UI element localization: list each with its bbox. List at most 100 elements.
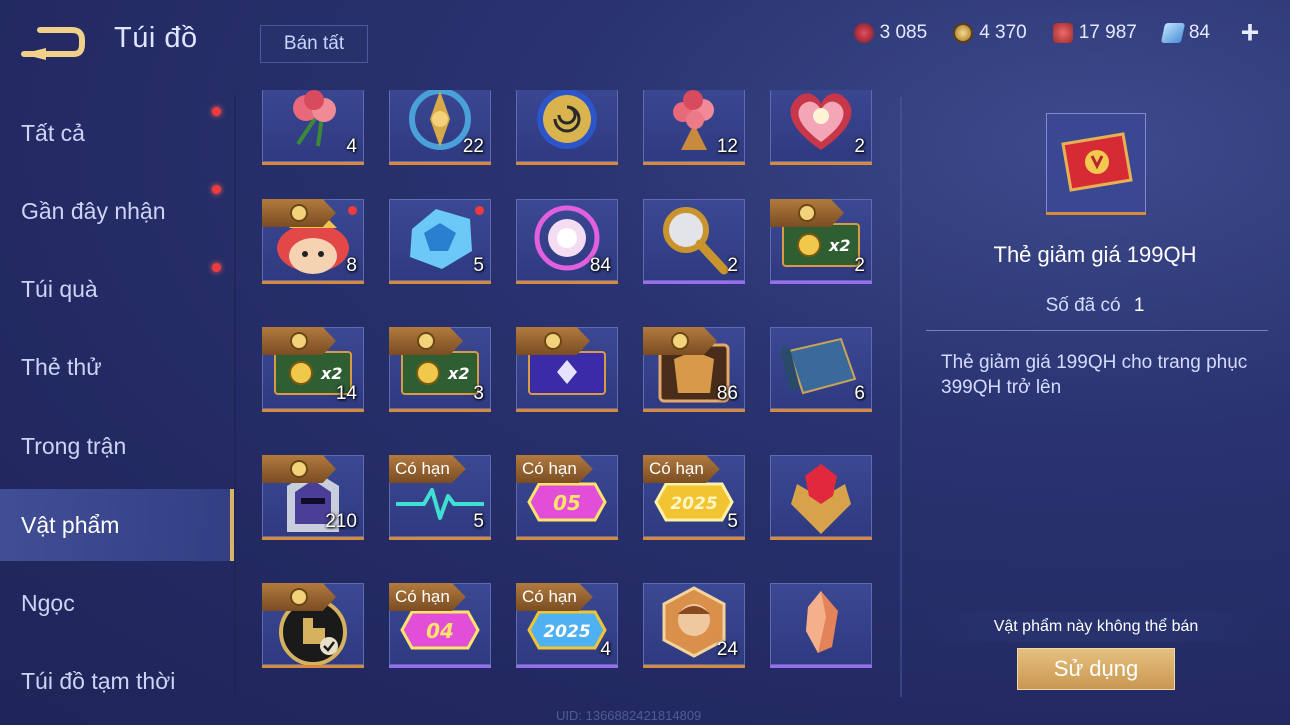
item-slot[interactable]: 6 <box>770 327 872 412</box>
scroll-map-icon <box>781 338 857 395</box>
item-slot[interactable]: 5 <box>389 199 491 284</box>
owned-count: Số đã có 1 <box>910 295 1280 317</box>
ruby-icon <box>853 23 874 43</box>
sidebar-item-temporary-bag[interactable]: Túi đồ tạm thời <box>0 645 234 717</box>
item-quantity: 14 <box>335 383 357 404</box>
currency-ruby[interactable]: 3 085 <box>853 22 927 44</box>
sidebar-item-gems[interactable]: Ngọc <box>0 567 234 639</box>
sidebar-item-label: Ngọc <box>21 589 75 616</box>
item-slot[interactable]: 86 <box>643 327 745 412</box>
limited-tag: Có hạn <box>643 455 720 483</box>
limited-tag: Có hạn <box>389 583 466 611</box>
item-slot[interactable]: 22 <box>389 90 491 165</box>
badge-04-icon: 04 <box>400 610 480 650</box>
sidebar-item-label: Trong trận <box>21 432 127 459</box>
item-quantity: 210 <box>325 511 357 532</box>
item-slot[interactable]: Có hạn 5 <box>389 455 491 540</box>
currency-gold[interactable]: 4 370 <box>953 22 1027 44</box>
item-slot[interactable] <box>262 583 364 668</box>
item-quantity: 12 <box>716 136 738 157</box>
sidebar-item-trial-cards[interactable]: Thẻ thử <box>0 331 234 403</box>
currency-ticket[interactable]: 84 <box>1160 22 1210 44</box>
user-id: UID: 1366882421814809 <box>556 708 702 723</box>
item-slot[interactable]: x2 3 <box>389 327 491 412</box>
sidebar-item-gift-bag[interactable]: Túi quà <box>0 253 234 325</box>
owned-value: 1 <box>1133 295 1145 316</box>
coin-icon <box>290 204 308 222</box>
sidebar-item-items[interactable]: Vật phẩm <box>0 489 234 561</box>
coin-tag <box>389 327 463 355</box>
sidebar-item-recent[interactable]: Gần đây nhận <box>0 175 234 247</box>
coin-tag <box>262 327 336 355</box>
coin-tag <box>262 199 336 227</box>
item-slot[interactable] <box>516 90 618 165</box>
item-slot[interactable]: 05 Có hạn <box>516 455 618 540</box>
sell-all-button[interactable]: Bán tất <box>260 25 368 63</box>
svg-text:05: 05 <box>553 491 581 515</box>
item-slot[interactable]: 8 <box>262 199 364 284</box>
back-arrow-icon <box>21 27 85 60</box>
notification-dot <box>348 206 357 215</box>
sidebar-item-label: Thẻ thử <box>21 353 102 380</box>
limited-tag: Có hạn <box>516 455 593 483</box>
item-quantity: 5 <box>473 255 484 276</box>
item-slot[interactable]: 210 <box>262 455 364 540</box>
item-quantity: 2 <box>854 136 865 157</box>
coin-icon <box>417 332 435 350</box>
limited-tag: Có hạn <box>516 583 593 611</box>
item-quantity: 22 <box>462 136 484 157</box>
svg-text:x2: x2 <box>447 364 469 383</box>
ice-crystal-icon <box>410 209 472 270</box>
sidebar-divider <box>234 95 236 695</box>
item-description: Thẻ giảm giá 199QH cho trang phục 399QH … <box>941 352 1248 398</box>
item-slot[interactable]: 84 <box>516 199 618 284</box>
heart-gift-box-icon <box>790 93 852 151</box>
item-slot[interactable]: 2 <box>643 199 745 284</box>
sidebar-item-label: Gần đây nhận <box>21 197 166 224</box>
badge-05-icon: 05 <box>527 482 607 522</box>
ticket-icon <box>1160 23 1185 43</box>
sidebar-item-in-match[interactable]: Trong trận <box>0 410 234 482</box>
item-slot[interactable] <box>770 455 872 540</box>
item-slot[interactable]: x2 14 <box>262 327 364 412</box>
limited-tag: Có hạn <box>389 455 466 483</box>
item-quantity: 8 <box>346 255 357 276</box>
sidebar: Tất cả Gần đây nhận Túi quà Thẻ thử Tron… <box>0 95 234 725</box>
item-slot[interactable]: 24 <box>643 583 745 668</box>
item-slot[interactable]: 2025 Có hạn 5 <box>643 455 745 540</box>
ruby-emblem-icon <box>791 463 851 534</box>
detail-separator <box>926 330 1268 331</box>
coin-icon <box>671 332 689 350</box>
back-button[interactable] <box>20 24 86 60</box>
item-slot[interactable]: 12 <box>643 90 745 165</box>
item-slot[interactable]: 4 <box>262 90 364 165</box>
page-title: Túi đồ <box>114 22 198 54</box>
item-slot[interactable]: 04 Có hạn <box>389 583 491 668</box>
item-quantity: 5 <box>473 511 484 532</box>
svg-text:2025: 2025 <box>670 494 717 514</box>
coin-icon <box>290 588 308 606</box>
not-sellable-notice: Vật phẩm này không thể bán <box>918 612 1274 642</box>
svg-text:2025: 2025 <box>543 622 590 642</box>
use-button[interactable]: Sử dụng <box>1017 648 1175 690</box>
sidebar-item-label: Túi quà <box>21 275 98 302</box>
item-slot[interactable]: 2 <box>770 90 872 165</box>
item-grid[interactable]: 4 22 12 2 8 5 84 2 x2 2 x2 14 x2 3 86 6 … <box>262 90 874 690</box>
sidebar-item-all[interactable]: Tất cả <box>0 97 234 169</box>
discount-ticket-icon <box>1061 132 1133 192</box>
item-slot[interactable] <box>770 583 872 668</box>
coin-tag <box>262 455 336 483</box>
notification-dot <box>212 185 221 194</box>
item-slot[interactable]: x2 2 <box>770 199 872 284</box>
add-currency-button[interactable]: + <box>1236 16 1264 48</box>
svg-text:04: 04 <box>426 619 454 643</box>
item-quantity: 6 <box>854 383 865 404</box>
item-slot[interactable]: 2025 Có hạn 4 <box>516 583 618 668</box>
detail-divider <box>900 97 902 697</box>
item-quantity: 3 <box>473 383 484 404</box>
item-slot[interactable] <box>516 327 618 412</box>
coin-icon <box>290 460 308 478</box>
currency-bar: 3 085 4 370 17 987 84 <box>853 20 1210 46</box>
coin-icon <box>544 332 562 350</box>
currency-voucher[interactable]: 17 987 <box>1052 22 1137 44</box>
